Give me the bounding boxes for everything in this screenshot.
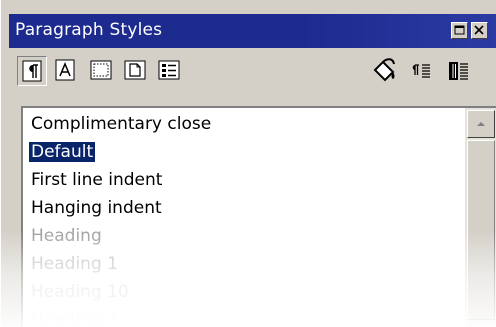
pilcrow-icon xyxy=(22,60,42,82)
arrow-up-icon xyxy=(477,122,485,126)
character-styles-button[interactable] xyxy=(51,56,81,86)
update-style-icon xyxy=(449,62,468,80)
close-button[interactable] xyxy=(471,22,488,39)
styles-list: Complimentary close Default First line i… xyxy=(29,110,459,327)
list-item[interactable]: Complimentary close xyxy=(29,110,459,138)
paint-bucket-icon xyxy=(373,58,395,82)
styles-list-box[interactable]: Complimentary close Default First line i… xyxy=(21,106,496,327)
new-style-icon xyxy=(412,64,430,78)
fill-format-mode-button[interactable] xyxy=(369,56,399,86)
list-item[interactable]: Hanging indent xyxy=(29,194,459,222)
numbering-styles-button[interactable] xyxy=(155,56,185,86)
maximize-button[interactable] xyxy=(451,22,468,39)
toolbar xyxy=(9,50,496,96)
new-style-from-selection-button[interactable] xyxy=(407,56,437,86)
list-item[interactable]: Heading xyxy=(29,222,459,250)
page-styles-button[interactable] xyxy=(121,56,151,86)
list-item[interactable]: Heading 1 xyxy=(29,250,459,278)
maximize-icon xyxy=(454,25,465,35)
list-item-selected[interactable]: Default xyxy=(29,138,459,166)
character-a-icon xyxy=(55,59,75,81)
numbering-icon xyxy=(158,60,180,80)
frame-styles-button[interactable] xyxy=(87,56,117,86)
frame-icon xyxy=(90,60,112,80)
page-icon xyxy=(124,60,146,80)
title-bar[interactable]: Paragraph Styles xyxy=(9,14,496,48)
paragraph-styles-window: Paragraph Styles Complimentary close Def… xyxy=(0,0,496,327)
list-item[interactable]: First line indent xyxy=(29,166,459,194)
scroll-up-button[interactable] xyxy=(467,110,495,138)
close-icon xyxy=(474,25,484,35)
vertical-scrollbar[interactable] xyxy=(465,108,496,327)
list-item[interactable]: Heading 10 xyxy=(29,278,459,306)
window-title: Paragraph Styles xyxy=(15,20,163,40)
scroll-thumb[interactable] xyxy=(467,140,495,320)
list-item[interactable]: Heading 2 xyxy=(29,306,459,327)
update-style-button[interactable] xyxy=(443,56,473,86)
paragraph-styles-button[interactable] xyxy=(17,56,47,86)
